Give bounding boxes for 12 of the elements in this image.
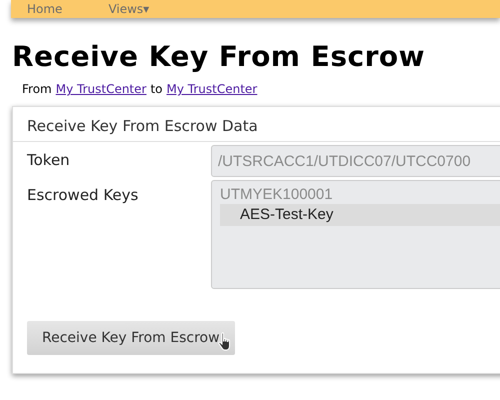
keys-label: Escrowed Keys [26,185,140,206]
source-link[interactable]: My TrustCenter [56,82,146,96]
key-option[interactable]: AES-Test-Key [220,204,500,226]
to-label: to [150,82,163,96]
token-label: Token [26,150,71,171]
receive-button[interactable]: Receive Key From Escrow [27,321,235,355]
keys-listbox[interactable]: UTMYEK100001 AES-Test-Key [211,180,500,289]
panel-title: Receive Key From Escrow Data [13,107,500,142]
page-title: Receive Key From Escrow [12,40,426,74]
group-label: UTMYEK100001 [220,186,334,204]
target-link[interactable]: My TrustCenter [166,82,258,96]
from-label: From [22,82,52,96]
